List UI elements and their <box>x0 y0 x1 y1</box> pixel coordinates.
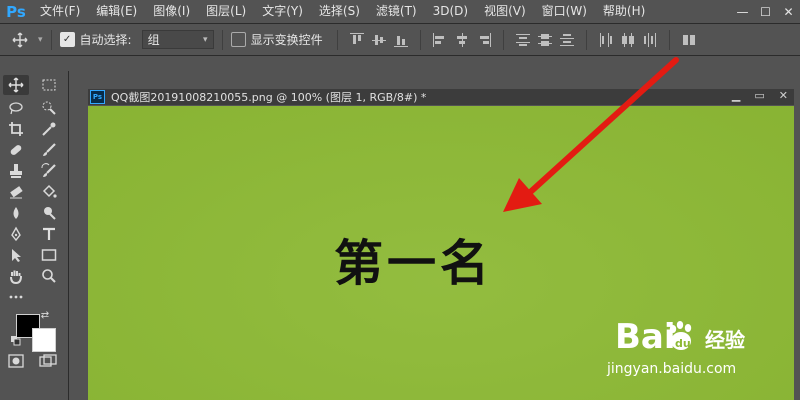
baidu-jingyan-watermark: Bai du 经验 jingyan.baidu.com <box>607 313 797 383</box>
watermark-url: jingyan.baidu.com <box>607 361 737 377</box>
baidu-paw-icon: du <box>669 321 692 350</box>
watermark-product: 经验 <box>705 328 745 352</box>
svg-text:du: du <box>675 337 691 350</box>
